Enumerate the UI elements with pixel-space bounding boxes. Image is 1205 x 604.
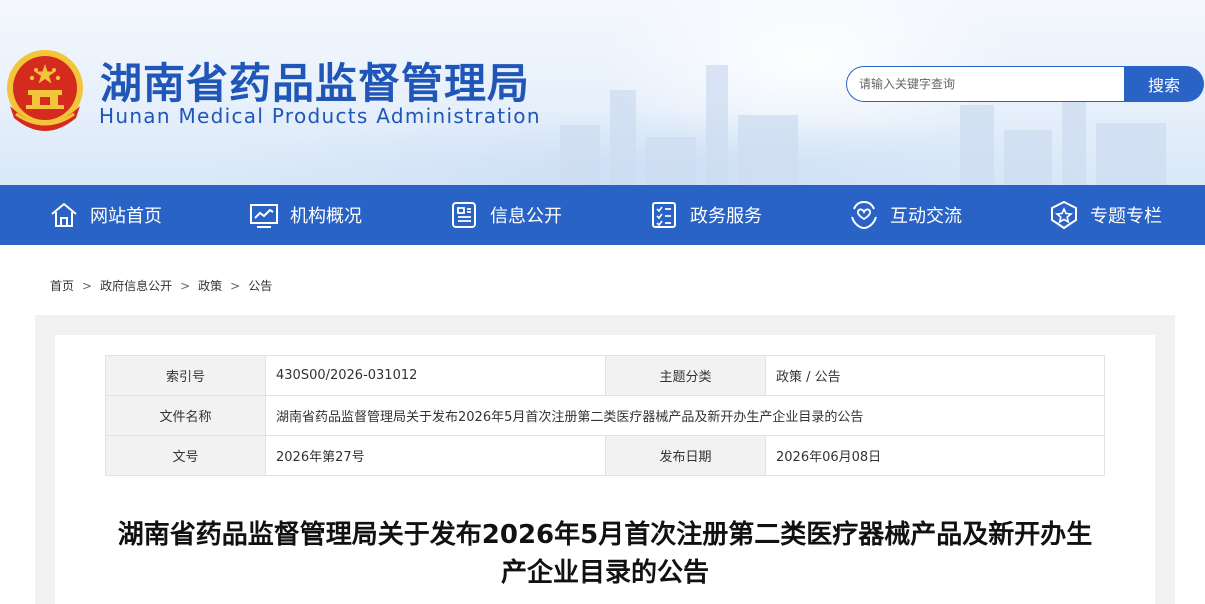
monitor-chart-icon bbox=[248, 199, 280, 231]
search-button[interactable]: 搜索 bbox=[1124, 66, 1204, 102]
breadcrumb-gov-info[interactable]: 政府信息公开 bbox=[100, 279, 172, 293]
banner-building bbox=[1096, 123, 1166, 185]
site-subtitle: Hunan Medical Products Administration bbox=[99, 104, 541, 128]
nav-item-info-disclosure[interactable]: 信息公开 bbox=[400, 185, 600, 245]
banner-building bbox=[706, 65, 728, 185]
filename-value: 湖南省药品监督管理局关于发布2026年5月首次注册第二类医疗器械产品及新开办生产… bbox=[265, 395, 1105, 436]
breadcrumb-policy[interactable]: 政策 bbox=[198, 279, 222, 293]
breadcrumb-separator: > bbox=[230, 279, 241, 293]
home-icon bbox=[48, 199, 80, 231]
banner-building bbox=[960, 105, 994, 185]
table-row: 文号 2026年第27号 发布日期 2026年06月08日 bbox=[105, 435, 1105, 476]
article-title-line: 产企业目录的公告 bbox=[500, 558, 709, 588]
breadcrumb-separator: > bbox=[180, 279, 191, 293]
nav-item-home[interactable]: 网站首页 bbox=[0, 185, 200, 245]
nav-label: 信息公开 bbox=[490, 206, 562, 227]
breadcrumb-home[interactable]: 首页 bbox=[50, 279, 74, 293]
table-row: 文件名称 湖南省药品监督管理局关于发布2026年5月首次注册第二类医疗器械产品及… bbox=[105, 395, 1105, 436]
breadcrumb-announcement[interactable]: 公告 bbox=[248, 279, 272, 293]
nav-item-interaction[interactable]: 互动交流 bbox=[800, 185, 1000, 245]
banner-building bbox=[610, 90, 636, 185]
index-label: 索引号 bbox=[105, 355, 266, 396]
nav-label: 互动交流 bbox=[890, 206, 962, 227]
date-label: 发布日期 bbox=[605, 435, 766, 476]
checklist-icon bbox=[648, 199, 680, 231]
banner-building bbox=[738, 115, 798, 185]
site-title: 湖南省药品监督管理局 bbox=[100, 59, 531, 108]
nav-label: 网站首页 bbox=[90, 206, 162, 227]
nav-item-topics[interactable]: 专题专栏 bbox=[1000, 185, 1200, 245]
table-row: 索引号 430S00/2026-031012 主题分类 政策 / 公告 bbox=[105, 355, 1105, 396]
nav-item-organization[interactable]: 机构概况 bbox=[200, 185, 400, 245]
banner-building bbox=[1004, 130, 1052, 185]
main-nav: 网站首页 机构概况 信息公开 政务服务 互动交流 专题专栏 bbox=[0, 185, 1205, 245]
filename-label: 文件名称 bbox=[105, 395, 266, 436]
nav-label: 机构概况 bbox=[290, 206, 362, 227]
nav-label: 专题专栏 bbox=[1090, 206, 1162, 227]
national-emblem-icon[interactable] bbox=[4, 48, 86, 134]
article-title-line: 湖南省药品监督管理局关于发布2026年5月首次注册第二类医疗器械产品及新开办生 bbox=[117, 520, 1093, 550]
banner-building bbox=[560, 125, 600, 185]
breadcrumb: 首页 > 政府信息公开 > 政策 > 公告 bbox=[50, 277, 272, 294]
breadcrumb-separator: > bbox=[82, 279, 93, 293]
star-badge-icon bbox=[1048, 199, 1080, 231]
search-input[interactable] bbox=[846, 66, 1124, 102]
document-list-icon bbox=[448, 199, 480, 231]
hand-heart-icon bbox=[848, 199, 880, 231]
topic-label: 主题分类 bbox=[605, 355, 766, 396]
nav-item-services[interactable]: 政务服务 bbox=[600, 185, 800, 245]
index-value: 430S00/2026-031012 bbox=[265, 355, 606, 396]
banner-building bbox=[646, 137, 696, 185]
nav-label: 政务服务 bbox=[690, 206, 762, 227]
docno-value: 2026年第27号 bbox=[265, 435, 606, 476]
article-title: 湖南省药品监督管理局关于发布2026年5月首次注册第二类医疗器械产品及新开办生 … bbox=[100, 516, 1110, 592]
date-value: 2026年06月08日 bbox=[765, 435, 1105, 476]
topic-value: 政策 / 公告 bbox=[765, 355, 1105, 396]
document-meta-table: 索引号 430S00/2026-031012 主题分类 政策 / 公告 文件名称… bbox=[105, 355, 1105, 476]
docno-label: 文号 bbox=[105, 435, 266, 476]
